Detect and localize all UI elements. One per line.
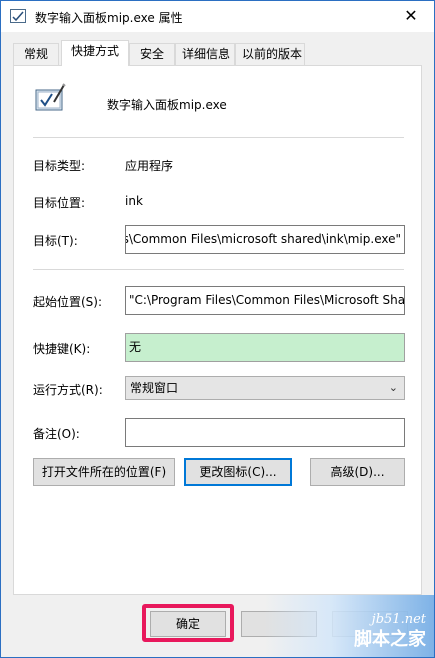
- start-in-label: 起始位置(S):: [33, 295, 103, 309]
- comment-field[interactable]: [125, 418, 405, 447]
- close-icon: ✕: [404, 6, 418, 25]
- shortcut-key-label: 快捷键(K):: [33, 342, 91, 356]
- tab-general[interactable]: 常规: [13, 43, 59, 65]
- run-select[interactable]: 常规窗口 ⌄: [125, 376, 405, 400]
- target-location-value: ink: [125, 194, 143, 208]
- target-type-value: 应用程序: [125, 159, 174, 173]
- tab-strip: 常规 快捷方式 安全 详细信息 以前的版本: [13, 40, 423, 66]
- run-selected-value: 常规窗口: [130, 381, 179, 395]
- app-shortcut-icon: [10, 9, 26, 23]
- window-title: 数字输入面板mip.exe 属性: [35, 11, 183, 25]
- comment-label: 备注(O):: [33, 427, 80, 441]
- open-file-location-button[interactable]: 打开文件所在的位置(F): [33, 458, 175, 486]
- start-in-field[interactable]: "C:\Program Files\Common Files\Microsoft…: [125, 286, 405, 315]
- shortcut-panel: 数字输入面板mip.exe 目标类型: 应用程序 目标位置: ink 目标(T)…: [13, 65, 422, 595]
- watermark: jb51.net 脚本之家: [264, 595, 434, 657]
- target-field[interactable]: "C:\Program Files\Common Files\microsoft…: [125, 225, 405, 254]
- close-button[interactable]: ✕: [388, 1, 434, 31]
- change-icon-button[interactable]: 更改图标(C)...: [184, 458, 292, 486]
- math-input-panel-icon: [35, 83, 66, 111]
- divider: [33, 269, 404, 270]
- advanced-button[interactable]: 高级(D)...: [310, 458, 405, 486]
- tab-details[interactable]: 详细信息: [175, 43, 235, 65]
- watermark-name: 脚本之家: [354, 629, 426, 650]
- target-label: 目标(T):: [33, 234, 78, 248]
- divider: [33, 137, 404, 138]
- tab-shortcut[interactable]: 快捷方式: [61, 40, 129, 66]
- ok-highlight-annotation: [142, 604, 234, 642]
- target-location-label: 目标位置:: [33, 196, 86, 210]
- tab-security[interactable]: 安全: [129, 43, 175, 65]
- tab-previous-versions[interactable]: 以前的版本: [235, 43, 305, 65]
- title-bar[interactable]: 数字输入面板mip.exe 属性 ✕: [1, 1, 434, 32]
- chevron-down-icon: ⌄: [388, 381, 398, 394]
- target-type-label: 目标类型:: [33, 159, 86, 173]
- shortcut-key-field[interactable]: 无: [125, 333, 405, 362]
- app-name: 数字输入面板mip.exe: [107, 98, 227, 112]
- run-label: 运行方式(R):: [33, 383, 103, 397]
- properties-window: 数字输入面板mip.exe 属性 ✕ 常规 快捷方式 安全 详细信息 以前的版本…: [0, 0, 435, 658]
